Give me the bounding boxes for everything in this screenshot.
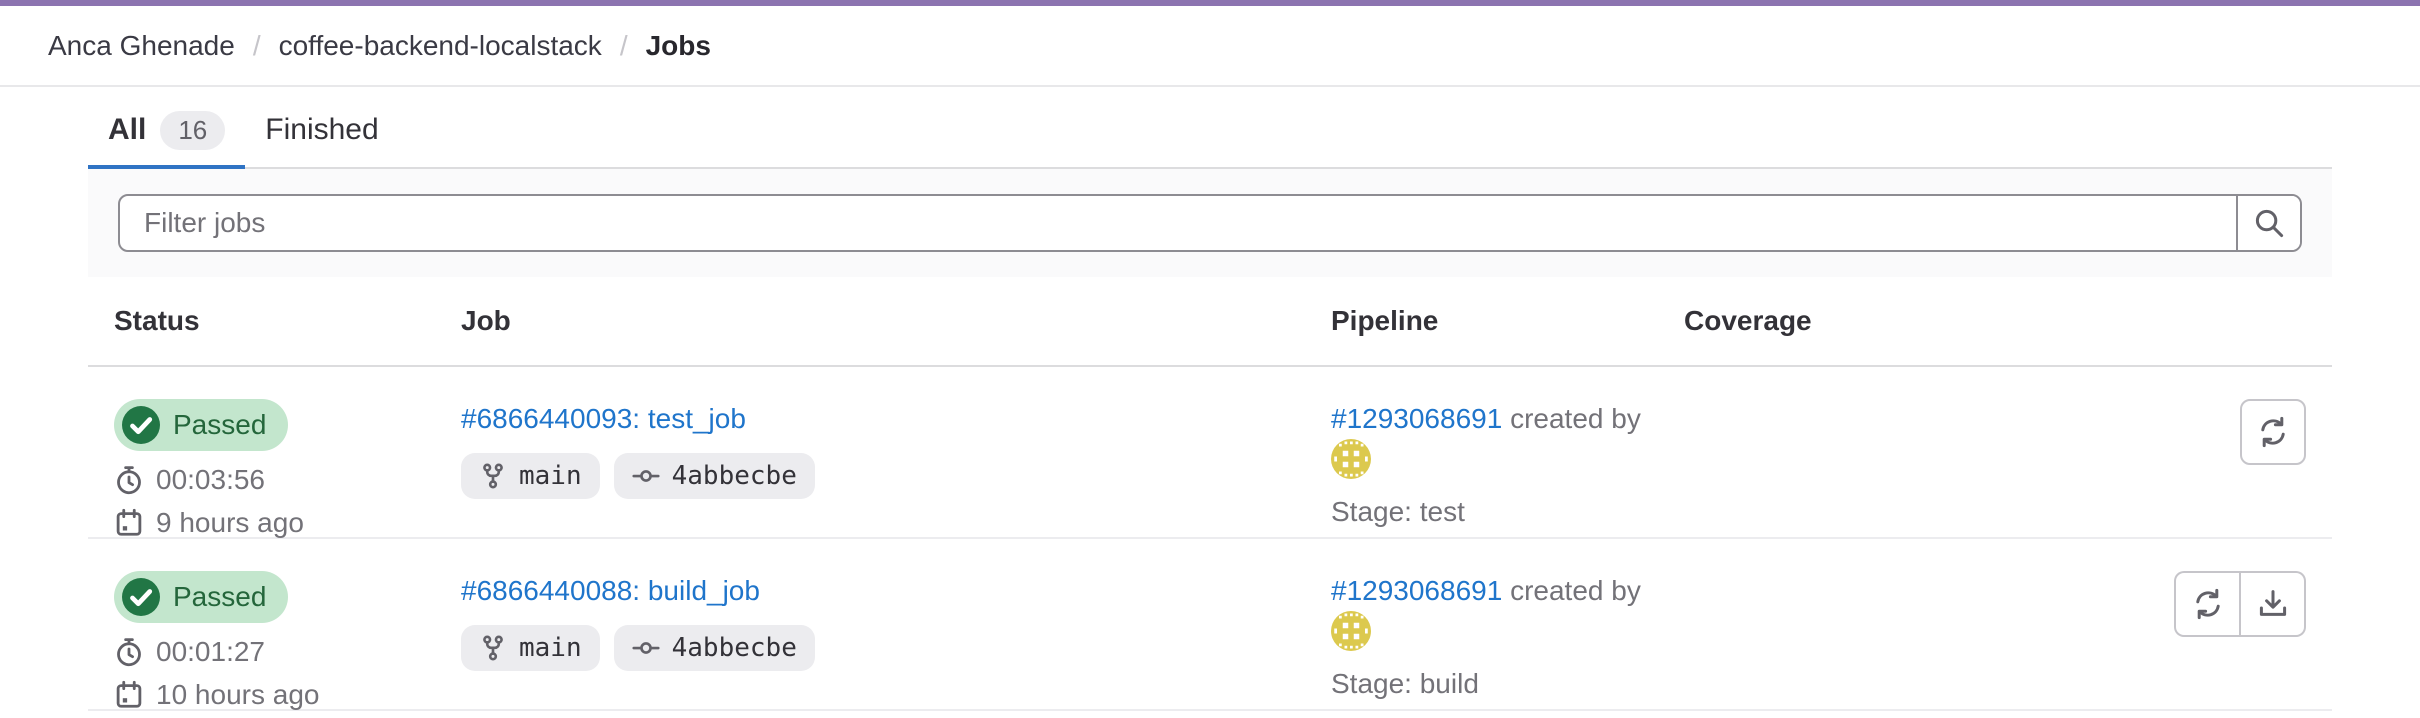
coverage-cell xyxy=(1658,399,1958,540)
job-cell: #6866440088: build_job main 4abbecbe xyxy=(435,571,1305,712)
retry-icon xyxy=(2192,588,2224,620)
tab-finished-label: Finished xyxy=(265,113,378,147)
coverage-cell xyxy=(1658,571,1958,712)
stage-label: Stage: test xyxy=(1331,496,1658,528)
filter-box xyxy=(118,194,2302,252)
calendar-icon xyxy=(114,680,144,710)
branch-icon xyxy=(479,462,507,490)
breadcrumb-separator: / xyxy=(253,30,261,62)
retry-icon xyxy=(2257,416,2289,448)
job-duration: 00:03:56 xyxy=(114,463,435,497)
branch-name: main xyxy=(519,461,582,491)
table-row: Passed 00:01:27 10 hours ago #6866440088… xyxy=(88,539,2332,711)
filter-jobs-input[interactable] xyxy=(120,196,2236,250)
pipeline-link[interactable]: #1293068691 xyxy=(1331,403,1502,434)
tab-all[interactable]: All 16 xyxy=(88,95,245,169)
commit-sha: 4abbecbe xyxy=(672,633,797,663)
duration-value: 00:01:27 xyxy=(156,635,265,669)
actions-cell xyxy=(1958,399,2332,540)
commit-badge[interactable]: 4abbecbe xyxy=(614,625,815,671)
stage-label: Stage: build xyxy=(1331,668,1658,700)
job-cell: #6866440093: test_job main 4abbecbe xyxy=(435,399,1305,540)
actions-cell xyxy=(1958,571,2332,712)
breadcrumb-separator: / xyxy=(620,30,628,62)
ref-badges: main 4abbecbe xyxy=(461,453,1305,499)
jobs-table-header: Status Job Pipeline Coverage xyxy=(88,277,2332,367)
status-badge[interactable]: Passed xyxy=(114,399,288,451)
age-value: 10 hours ago xyxy=(156,678,319,712)
header-status: Status xyxy=(88,305,435,337)
table-row: Passed 00:03:56 9 hours ago #6866440093:… xyxy=(88,367,2332,539)
pipeline-link[interactable]: #1293068691 xyxy=(1331,575,1502,606)
tab-finished[interactable]: Finished xyxy=(245,95,398,169)
status-passed-icon xyxy=(121,577,161,617)
retry-job-button[interactable] xyxy=(2240,399,2306,465)
timer-icon xyxy=(114,637,144,667)
job-age: 10 hours ago xyxy=(114,678,435,712)
commit-badge[interactable]: 4abbecbe xyxy=(614,453,815,499)
header-coverage: Coverage xyxy=(1658,305,1958,337)
filter-panel xyxy=(88,169,2332,277)
job-link[interactable]: #6866440088: build_job xyxy=(461,575,760,607)
branch-icon xyxy=(479,634,507,662)
status-cell: Passed 00:03:56 9 hours ago xyxy=(88,399,435,540)
avatar[interactable] xyxy=(1331,611,1371,651)
download-icon xyxy=(2257,588,2289,620)
pipeline-created-by-text: created by xyxy=(1510,575,1641,606)
age-value: 9 hours ago xyxy=(156,506,304,540)
breadcrumb-current-jobs: Jobs xyxy=(646,30,711,62)
commit-icon xyxy=(632,462,660,490)
download-artifacts-button[interactable] xyxy=(2240,571,2306,637)
status-passed-icon xyxy=(121,405,161,445)
job-duration: 00:01:27 xyxy=(114,635,435,669)
commit-icon xyxy=(632,634,660,662)
pipeline-created-by-text: created by xyxy=(1510,403,1641,434)
breadcrumb: Anca Ghenade / coffee-backend-localstack… xyxy=(0,6,2420,87)
search-icon xyxy=(2253,207,2285,239)
job-link[interactable]: #6866440093: test_job xyxy=(461,403,746,435)
actions-button-group xyxy=(2174,571,2306,637)
header-pipeline: Pipeline xyxy=(1305,305,1658,337)
breadcrumb-project[interactable]: coffee-backend-localstack xyxy=(279,30,602,62)
branch-badge[interactable]: main xyxy=(461,453,600,499)
status-label: Passed xyxy=(173,581,266,613)
commit-sha: 4abbecbe xyxy=(672,461,797,491)
header-job: Job xyxy=(435,305,1305,337)
search-button[interactable] xyxy=(2236,196,2300,250)
calendar-icon xyxy=(114,508,144,538)
status-cell: Passed 00:01:27 10 hours ago xyxy=(88,571,435,712)
duration-value: 00:03:56 xyxy=(156,463,265,497)
job-age: 9 hours ago xyxy=(114,506,435,540)
timer-icon xyxy=(114,465,144,495)
tab-all-count-badge: 16 xyxy=(160,111,225,150)
breadcrumb-group[interactable]: Anca Ghenade xyxy=(48,30,235,62)
pipeline-cell: #1293068691 created by Stage: build xyxy=(1305,571,1658,712)
status-badge[interactable]: Passed xyxy=(114,571,288,623)
pipeline-cell: #1293068691 created by Stage: test xyxy=(1305,399,1658,540)
branch-badge[interactable]: main xyxy=(461,625,600,671)
tab-all-label: All xyxy=(108,113,146,147)
retry-job-button[interactable] xyxy=(2174,571,2240,637)
avatar[interactable] xyxy=(1331,439,1371,479)
branch-name: main xyxy=(519,633,582,663)
jobs-tabs: All 16 Finished xyxy=(88,95,2332,169)
status-label: Passed xyxy=(173,409,266,441)
ref-badges: main 4abbecbe xyxy=(461,625,1305,671)
